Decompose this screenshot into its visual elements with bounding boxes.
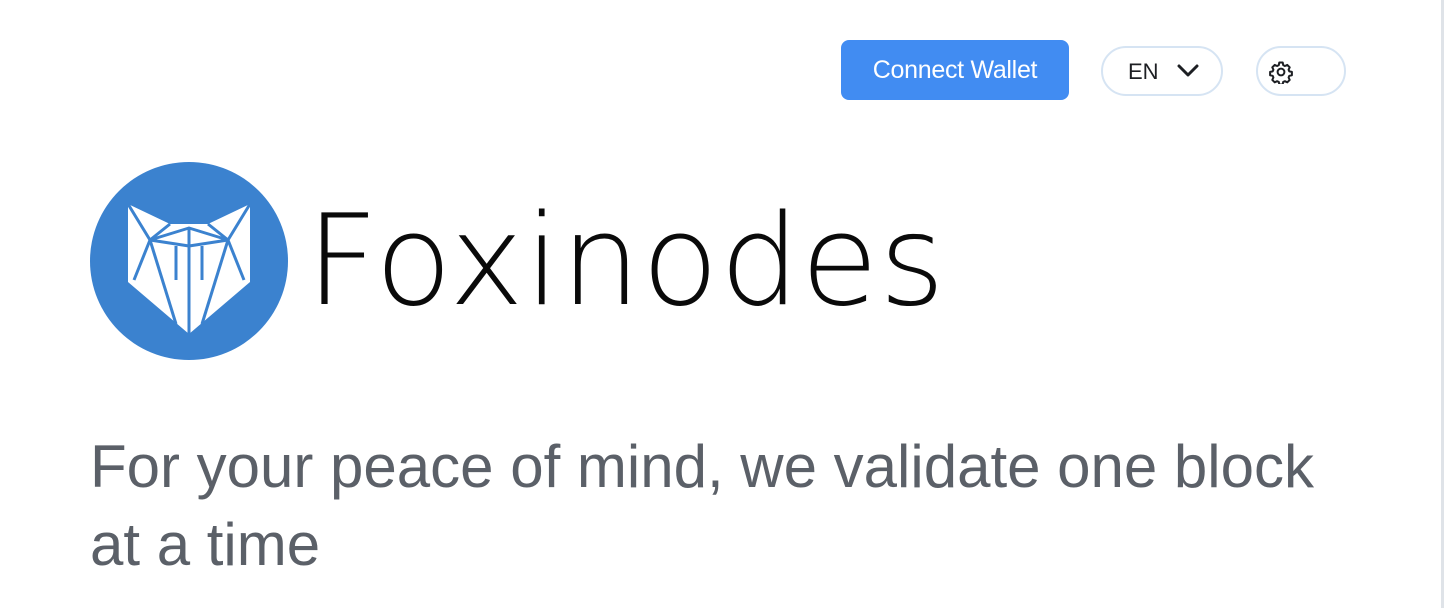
settings-button[interactable] — [1256, 46, 1346, 96]
language-selected-value: EN — [1128, 59, 1159, 84]
brand-name: Foxinodes — [306, 187, 946, 334]
chevron-down-icon — [1177, 64, 1199, 77]
tagline: For your peace of mind, we validate one … — [90, 433, 1314, 578]
language-selector[interactable]: EN — [1101, 46, 1223, 96]
connect-wallet-button[interactable]: Connect Wallet — [841, 40, 1069, 100]
top-bar: Connect Wallet EN — [0, 40, 1444, 100]
fox-logo-icon — [90, 162, 288, 360]
gear-icon — [1269, 61, 1293, 84]
